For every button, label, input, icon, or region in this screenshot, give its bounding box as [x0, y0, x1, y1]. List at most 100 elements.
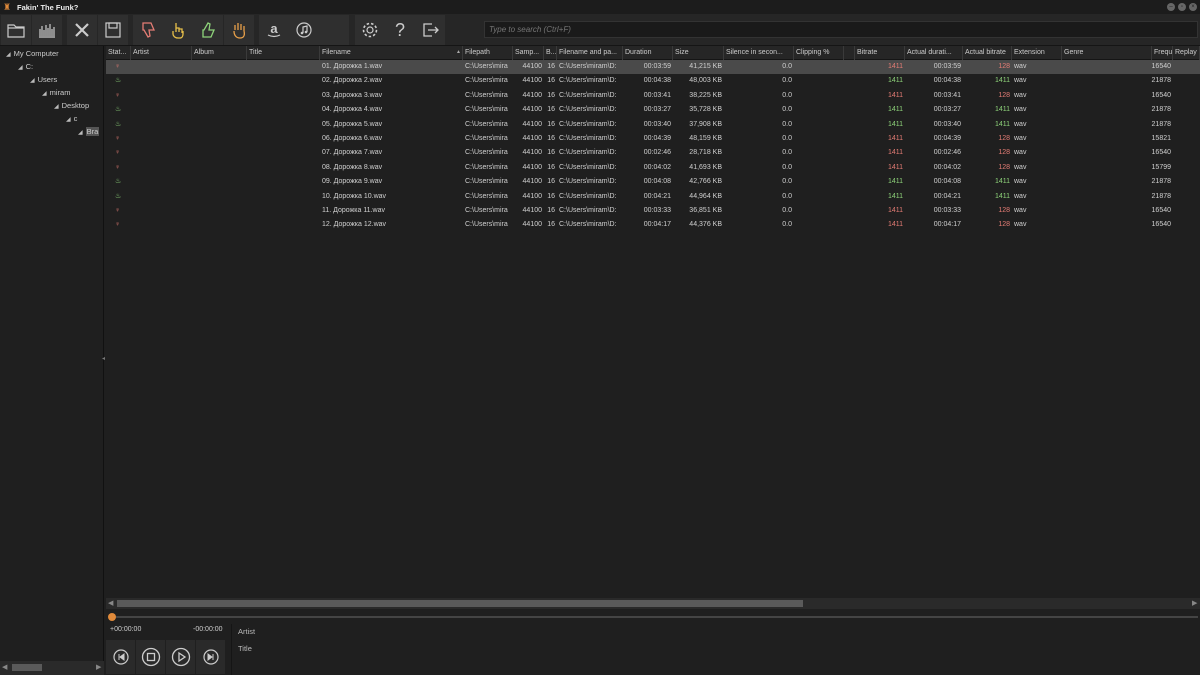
expand-arrow-icon[interactable]: ◢ — [78, 130, 83, 136]
column-header[interactable]: Filepath — [463, 46, 513, 60]
mark-suspicious-button[interactable] — [163, 15, 193, 45]
table-row[interactable]: ♀ 03. Дорожка 3.wav C:\Users\mira 44100 16 C:… — [106, 89, 1200, 103]
settings-button[interactable] — [355, 15, 385, 45]
tree-item-desktop[interactable]: ◢ Desktop — [54, 100, 89, 112]
expand-arrow-icon[interactable]: ◢ — [42, 91, 47, 97]
cell-filepath: C:\Users\mira — [465, 106, 508, 114]
tree-item-bra[interactable]: ◢ Bra — [78, 126, 102, 138]
column-header[interactable]: Clipping % — [794, 46, 844, 60]
help-button[interactable]: ? — [385, 15, 415, 45]
tree-horizontal-scrollbar[interactable]: ◀ ▶ — [0, 661, 104, 675]
splitter-handle[interactable]: ◂ — [102, 355, 105, 362]
cell-duration: 00:02:46 — [643, 149, 671, 157]
column-header[interactable]: Frequency — [1152, 46, 1173, 60]
expand-arrow-icon[interactable]: ◢ — [18, 65, 23, 71]
expand-arrow-icon[interactable]: ◢ — [54, 104, 59, 110]
mark-fake-button[interactable] — [133, 15, 163, 45]
close-button[interactable]: × — [1189, 3, 1197, 11]
scroll-left-icon[interactable]: ◀ — [108, 598, 113, 609]
scroll-right-icon[interactable]: ▶ — [1192, 598, 1197, 609]
column-header[interactable]: Duration — [623, 46, 673, 60]
scroll-left-icon[interactable]: ◀ — [2, 662, 7, 673]
table-horizontal-scrollbar[interactable]: ◀ ▶ — [106, 598, 1200, 609]
amazon-button[interactable]: a — [259, 15, 289, 45]
tree-item-c[interactable]: ◢ c — [66, 113, 77, 125]
expand-arrow-icon[interactable]: ◢ — [6, 52, 11, 58]
column-header[interactable]: B... — [544, 46, 557, 60]
mark-ok-button[interactable] — [193, 15, 223, 45]
table-row[interactable]: ♨ 05. Дорожка 5.wav C:\Users\mira 44100 16 C:… — [106, 118, 1200, 132]
spectrum-icon — [39, 24, 55, 38]
scroll-thumb[interactable] — [117, 600, 803, 607]
spectrum-button[interactable] — [32, 15, 62, 45]
cell-size: 48,159 KB — [689, 135, 722, 142]
tree-item-miram[interactable]: ◢ miram — [42, 87, 70, 99]
hand-pointing-icon — [172, 23, 184, 39]
column-header[interactable]: Replay — [1173, 46, 1200, 60]
table-row[interactable]: ♨ 04. Дорожка 4.wav C:\Users\mira 44100 16 C:… — [106, 103, 1200, 117]
column-header[interactable]: Genre — [1062, 46, 1152, 60]
table-row[interactable]: ♀ 12. Дорожка 12.wav C:\Users\mira 44100 16 C… — [106, 218, 1200, 232]
blank-button[interactable] — [319, 15, 349, 45]
column-header[interactable]: Title — [247, 46, 320, 60]
open-folder-button[interactable] — [1, 15, 31, 45]
expand-arrow-icon[interactable]: ◢ — [30, 78, 35, 84]
column-header[interactable]: Silence in secon... — [724, 46, 794, 60]
column-header[interactable]: Album — [192, 46, 247, 60]
seek-track[interactable] — [112, 616, 1198, 618]
table-row[interactable]: ♀ 01. Дорожка 1.wav C:\Users\mira 44100 16 C:… — [106, 60, 1200, 75]
tree-item-c-drive[interactable]: ◢ C: — [18, 61, 33, 73]
table-row[interactable]: ♀ 07. Дорожка 7.wav C:\Users\mira 44100 16 C:… — [106, 146, 1200, 160]
column-header[interactable]: Stat... — [106, 46, 131, 60]
seek-bar[interactable] — [106, 610, 1200, 624]
seek-handle[interactable] — [108, 613, 116, 621]
column-header[interactable]: Filename and pa... — [557, 46, 623, 60]
expand-arrow-icon[interactable]: ◢ — [66, 117, 71, 123]
play-button[interactable] — [166, 640, 195, 674]
cell-silence: 0.0 — [782, 106, 792, 114]
cell-filename: 09. Дорожка 9.wav — [322, 178, 383, 186]
cell-size: 48,003 KB — [689, 77, 722, 85]
table-row[interactable]: ♀ 11. Дорожка 11.wav C:\Users\mira 44100 16 C… — [106, 204, 1200, 218]
cell-freq: 15821 — [1151, 135, 1171, 142]
cell-bitrate: 1411 — [887, 91, 903, 99]
search-input[interactable] — [484, 21, 1198, 38]
table-row[interactable]: ♨ 02. Дорожка 2.wav C:\Users\mira 44100 16 C:… — [106, 74, 1200, 88]
tree-item-users[interactable]: ◢ Users — [30, 74, 57, 86]
svg-text:?: ? — [395, 20, 405, 40]
remove-button[interactable] — [67, 15, 97, 45]
column-header[interactable]: Actual durati... — [905, 46, 963, 60]
cell-freq: 16540 — [1151, 207, 1171, 214]
table-row[interactable]: ♨ 10. Дорожка 10.wav C:\Users\mira 44100 16 C… — [106, 190, 1200, 204]
cell-fullpath: C:\Users\miram\D: — [559, 149, 617, 157]
save-button[interactable] — [98, 15, 128, 45]
title-label: Title — [238, 644, 252, 653]
tree-item-my-computer[interactable]: ◢ My Computer — [6, 48, 59, 60]
cell-filename: 02. Дорожка 2.wav — [322, 77, 383, 85]
column-header[interactable]: Actual bitrate — [963, 46, 1012, 60]
scroll-right-icon[interactable]: ▶ — [96, 662, 101, 673]
thumbs-up-icon: ♨ — [115, 178, 122, 186]
column-header[interactable]: Artist — [131, 46, 192, 60]
previous-button[interactable] — [106, 640, 135, 674]
cell-filename: 07. Дорожка 7.wav — [322, 149, 383, 157]
minimize-button[interactable]: – — [1167, 3, 1175, 11]
column-header[interactable]: Extension — [1012, 46, 1062, 60]
table-row[interactable]: ♀ 08. Дорожка 8.wav C:\Users\mira 44100 16 C:… — [106, 161, 1200, 175]
column-header[interactable] — [844, 46, 855, 60]
stop-button[interactable] — [136, 640, 165, 674]
cell-freq: 16540 — [1151, 91, 1171, 99]
mark-unchecked-button[interactable] — [224, 15, 254, 45]
exit-button[interactable] — [415, 15, 445, 45]
next-button[interactable] — [196, 640, 225, 674]
column-header[interactable]: Filename — [320, 46, 463, 60]
column-header[interactable]: Bitrate — [855, 46, 905, 60]
column-header[interactable]: Size — [673, 46, 724, 60]
table-row[interactable]: ♨ 09. Дорожка 9.wav C:\Users\mira 44100 16 C:… — [106, 175, 1200, 189]
column-header[interactable]: Samp... — [513, 46, 544, 60]
thumbs-down-icon: ♀ — [115, 221, 121, 229]
table-row[interactable]: ♀ 06. Дорожка 6.wav C:\Users\mira 44100 16 C:… — [106, 132, 1200, 146]
itunes-button[interactable] — [289, 15, 319, 45]
maximize-button[interactable]: ▫ — [1178, 3, 1186, 11]
scroll-thumb[interactable] — [12, 664, 42, 671]
